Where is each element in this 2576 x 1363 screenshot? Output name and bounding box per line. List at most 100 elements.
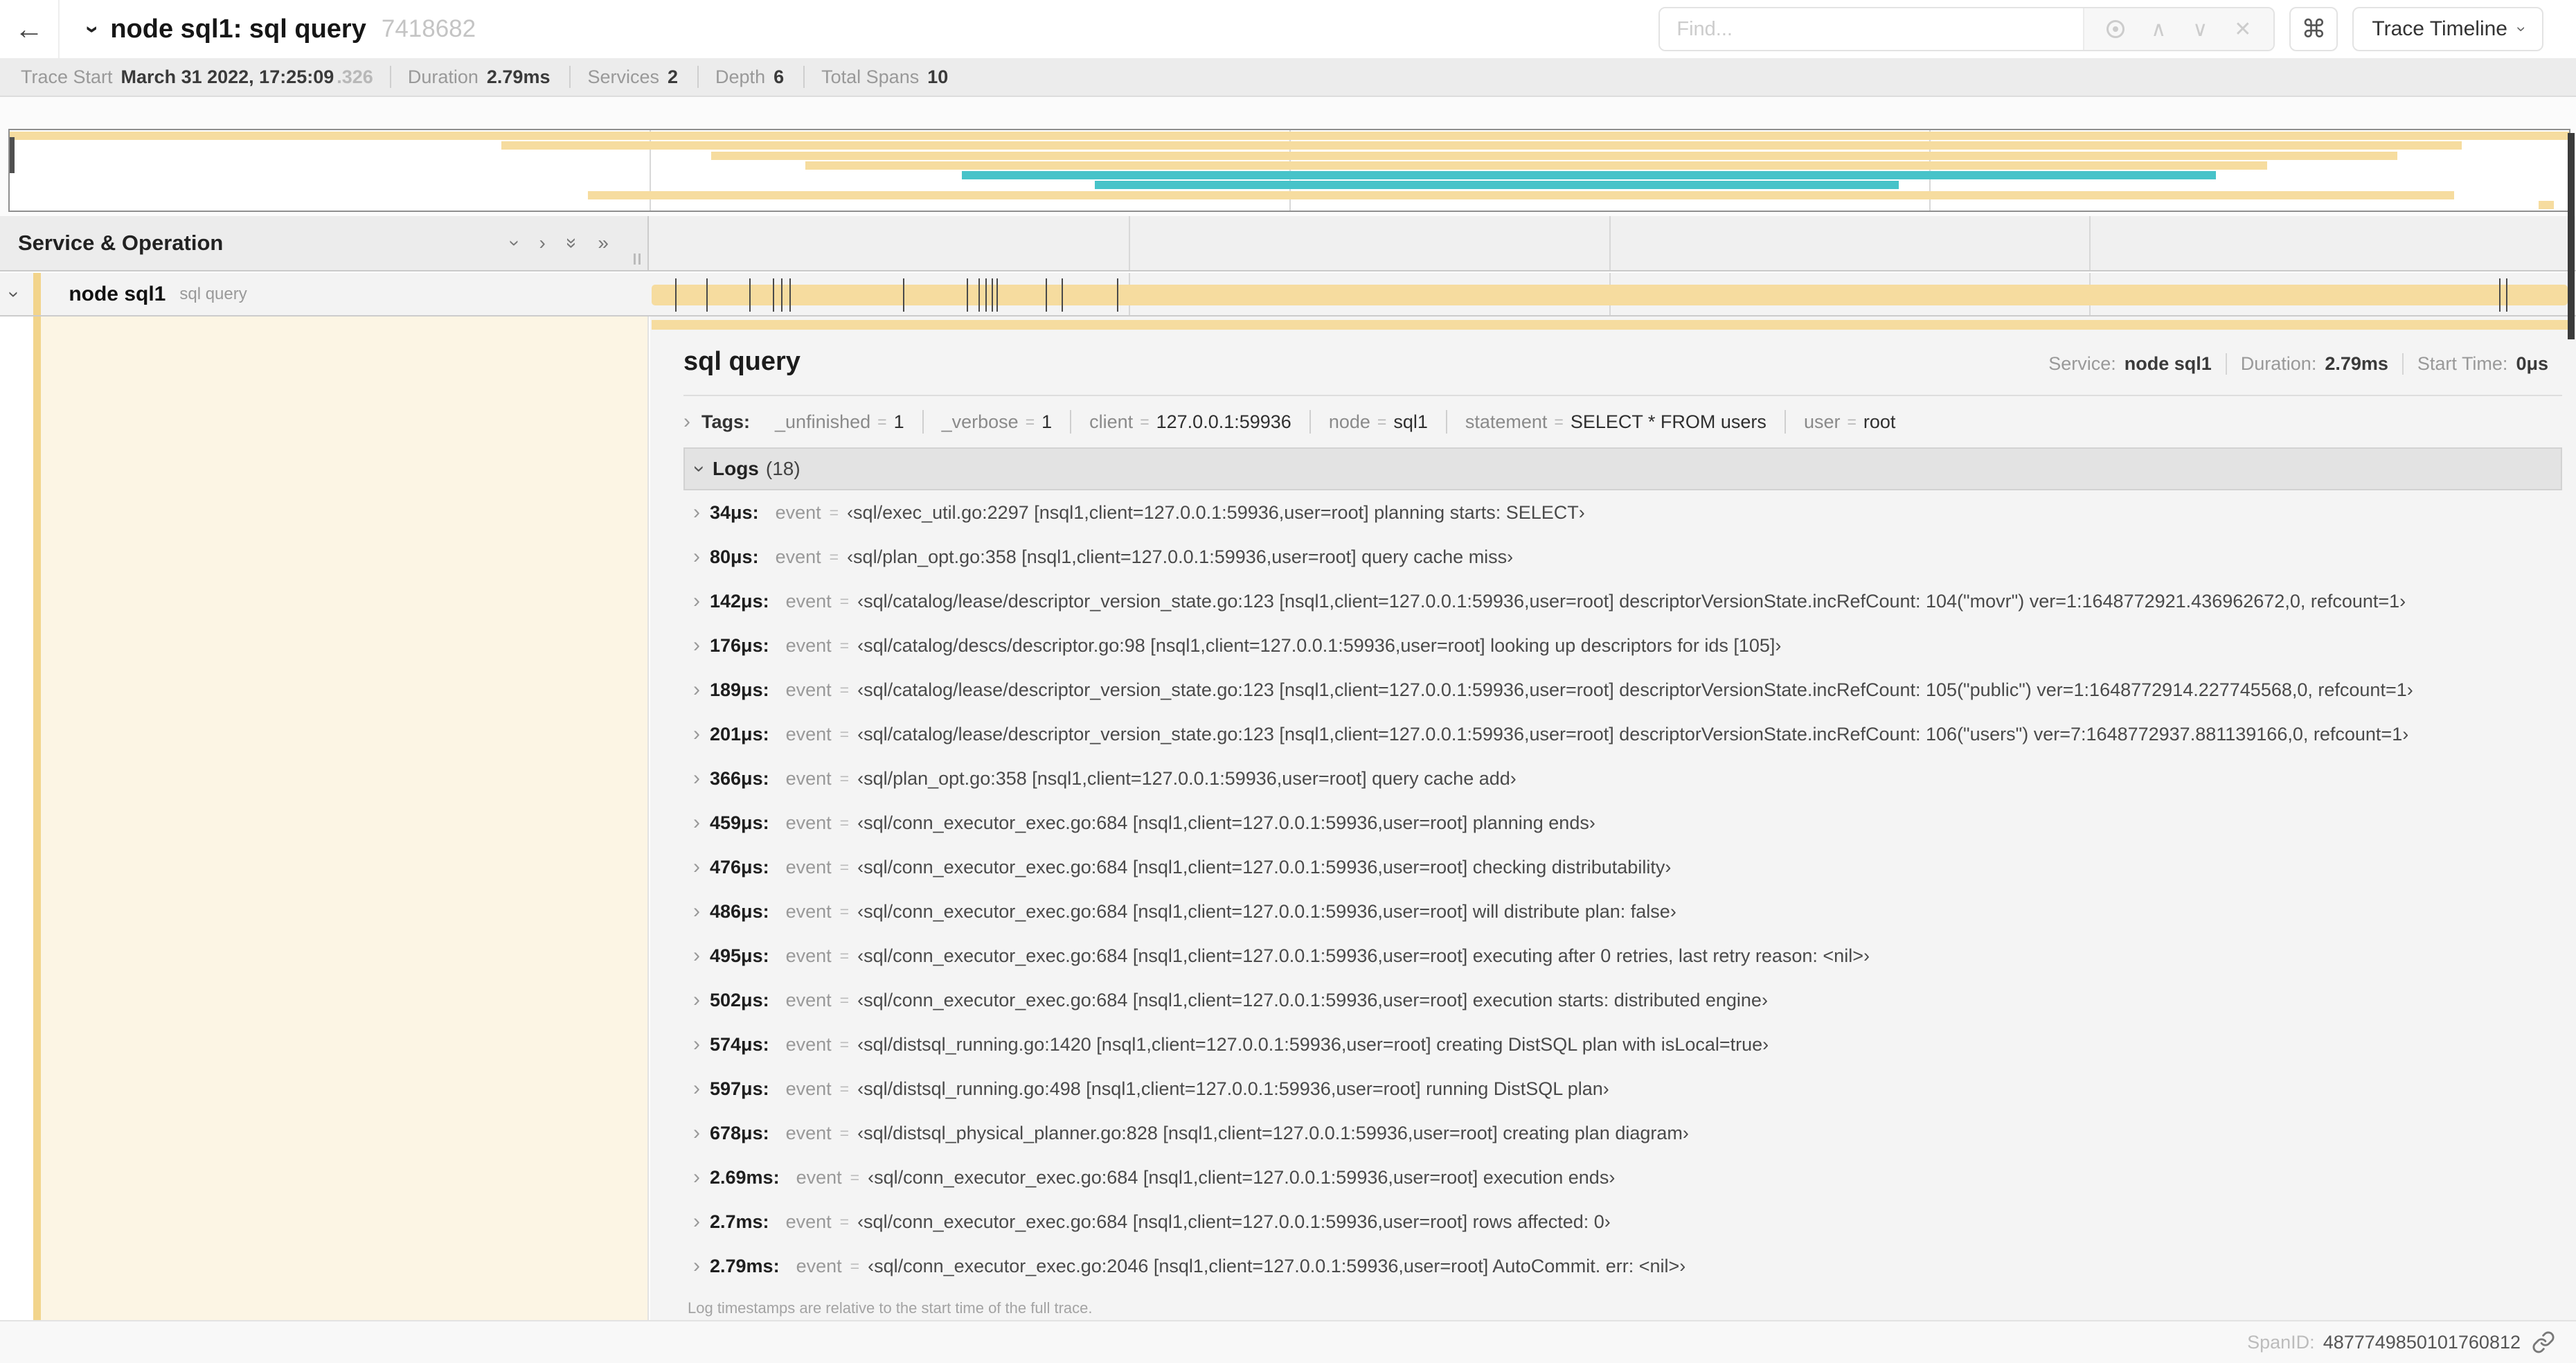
equals-sign: = — [839, 680, 850, 699]
log-row[interactable]: › 476μs: event = ‹sql/conn_executor_exec… — [683, 845, 2562, 889]
expand-one-icon[interactable]: › — [539, 232, 546, 254]
logs-section: › Logs (18) › 34μs: event = ‹sql/exec_ut… — [683, 447, 2562, 1317]
log-expand-chevron-icon[interactable]: › — [693, 1211, 700, 1232]
trace-collapse-chevron-icon[interactable]: › — [79, 25, 106, 33]
timeline-axis — [649, 216, 2569, 270]
log-event: event = ‹sql/conn_executor_exec.go:684 [… — [786, 945, 1870, 967]
minimap-span-row — [10, 141, 2569, 150]
logs-header[interactable]: › Logs (18) — [683, 447, 2562, 490]
log-expand-chevron-icon[interactable]: › — [693, 1167, 700, 1188]
log-expand-chevron-icon[interactable]: › — [693, 945, 700, 966]
log-event-key: event — [775, 501, 821, 523]
viewport-drag-handle[interactable] — [10, 137, 15, 173]
tags-expand-chevron-icon[interactable]: › — [683, 411, 690, 432]
log-expand-chevron-icon[interactable]: › — [693, 502, 700, 523]
log-expand-chevron-icon[interactable]: › — [693, 768, 700, 789]
log-expand-chevron-icon[interactable]: › — [693, 1034, 700, 1055]
minimap-span-bar — [710, 151, 2398, 160]
deep-link-icon[interactable] — [2532, 1330, 2555, 1354]
log-event: event = ‹sql/conn_executor_exec.go:684 [… — [796, 1167, 1616, 1188]
log-row[interactable]: › 34μs: event = ‹sql/exec_util.go:2297 [… — [683, 490, 2562, 535]
log-row[interactable]: › 574μs: event = ‹sql/distsql_running.go… — [683, 1022, 2562, 1067]
collapse-one-icon[interactable]: › — [504, 240, 526, 246]
log-tick — [2505, 278, 2507, 312]
minimap-span-row — [10, 161, 2569, 170]
next-match-icon[interactable]: ∨ — [2192, 17, 2208, 42]
clear-find-icon[interactable]: ✕ — [2234, 17, 2251, 42]
meta-label: Services — [587, 66, 659, 87]
detail-service: Service: node sql1 — [2048, 353, 2212, 374]
locate-icon[interactable] — [2107, 20, 2125, 38]
selected-span-bar[interactable] — [652, 320, 2570, 330]
log-row[interactable]: › 142μs: event = ‹sql/catalog/lease/desc… — [683, 579, 2562, 623]
log-event: event = ‹sql/conn_executor_exec.go:684 [… — [786, 990, 1768, 1011]
log-timestamp: 176μs: — [710, 634, 769, 656]
log-row[interactable]: › 495μs: event = ‹sql/conn_executor_exec… — [683, 934, 2562, 978]
collapse-all-icon[interactable]: » — [561, 238, 583, 249]
log-row[interactable]: › 459μs: event = ‹sql/conn_executor_exec… — [683, 801, 2562, 845]
log-expand-chevron-icon[interactable]: › — [693, 635, 700, 656]
log-timestamp: 2.69ms: — [710, 1166, 780, 1188]
log-timestamp: 459μs: — [710, 812, 769, 833]
log-row[interactable]: › 201μs: event = ‹sql/catalog/lease/desc… — [683, 712, 2562, 756]
expand-all-icon[interactable]: » — [598, 232, 609, 254]
log-timestamp: 2.7ms: — [710, 1211, 769, 1232]
minimap-axis — [8, 104, 2569, 127]
meta-item: Services 2 — [569, 66, 697, 88]
log-expand-chevron-icon[interactable]: › — [693, 1123, 700, 1143]
span-row-label-area[interactable]: › node sql1 sql query — [0, 273, 649, 315]
tag-key: client — [1089, 411, 1134, 432]
log-expand-chevron-icon[interactable]: › — [693, 724, 700, 745]
keyboard-shortcuts-button[interactable]: ⌘ — [2289, 7, 2338, 51]
log-expand-chevron-icon[interactable]: › — [693, 812, 700, 833]
log-row[interactable]: › 176μs: event = ‹sql/catalog/descs/desc… — [683, 623, 2562, 668]
minimap-span-bar — [588, 190, 2454, 199]
log-row[interactable]: › 2.79ms: event = ‹sql/conn_executor_exe… — [683, 1244, 2562, 1288]
meta-label: Trace Start — [21, 66, 113, 87]
log-expand-chevron-icon[interactable]: › — [693, 1256, 700, 1276]
log-expand-chevron-icon[interactable]: › — [693, 901, 700, 922]
vertical-scrollbar[interactable] — [2568, 133, 2575, 339]
log-expand-chevron-icon[interactable]: › — [693, 857, 700, 878]
log-expand-chevron-icon[interactable]: › — [693, 990, 700, 1010]
log-timestamp: 189μs: — [710, 679, 769, 700]
log-row[interactable]: › 366μs: event = ‹sql/plan_opt.go:358 [n… — [683, 756, 2562, 801]
tag-item: statement = SELECT * FROM users — [1445, 410, 1785, 434]
span-collapse-chevron-icon[interactable]: › — [3, 291, 26, 297]
log-tick — [985, 278, 987, 312]
span-timeline-area[interactable] — [649, 273, 2569, 315]
log-row[interactable]: › 2.7ms: event = ‹sql/conn_executor_exec… — [683, 1200, 2562, 1244]
log-expand-chevron-icon[interactable]: › — [693, 546, 700, 567]
equals-sign: = — [877, 412, 887, 431]
equals-sign: = — [1554, 412, 1564, 431]
log-event-key: event — [785, 1078, 832, 1099]
log-expand-chevron-icon[interactable]: › — [693, 679, 700, 700]
view-selector-button[interactable]: Trace Timeline › — [2352, 7, 2543, 51]
log-row[interactable]: › 597μs: event = ‹sql/distsql_running.go… — [683, 1067, 2562, 1111]
meta-label: Total Spans — [821, 66, 920, 87]
meta-label: Depth — [715, 66, 766, 87]
equals-sign: = — [839, 902, 850, 920]
prev-match-icon[interactable]: ∧ — [2151, 17, 2166, 42]
log-tick — [772, 278, 774, 312]
log-row[interactable]: › 80μs: event = ‹sql/plan_opt.go:358 [ns… — [683, 535, 2562, 579]
meta-label: Duration — [407, 66, 478, 87]
minimap-span-bar — [1095, 181, 1899, 190]
find-input[interactable] — [1660, 8, 2084, 50]
log-tick — [967, 278, 969, 312]
log-expand-chevron-icon[interactable]: › — [693, 1078, 700, 1099]
log-row[interactable]: › 486μs: event = ‹sql/conn_executor_exec… — [683, 889, 2562, 934]
minimap-canvas[interactable] — [8, 129, 2570, 212]
equals-sign: = — [839, 1079, 850, 1098]
log-row[interactable]: › 678μs: event = ‹sql/distsql_physical_p… — [683, 1111, 2562, 1155]
log-expand-chevron-icon[interactable]: › — [693, 591, 700, 612]
back-button[interactable]: ← — [0, 0, 60, 58]
log-event-value: ‹sql/distsql_running.go:1420 [nsql1,clie… — [857, 1033, 1769, 1055]
log-row[interactable]: › 189μs: event = ‹sql/catalog/lease/desc… — [683, 668, 2562, 712]
column-resizer[interactable] — [634, 253, 641, 265]
log-row[interactable]: › 2.69ms: event = ‹sql/conn_executor_exe… — [683, 1155, 2562, 1200]
chevron-down-icon: › — [2512, 26, 2531, 32]
log-tick — [781, 278, 783, 312]
tags-row[interactable]: › Tags: _unfinished = 1 _verbose = 1 cli… — [683, 410, 2562, 434]
log-row[interactable]: › 502μs: event = ‹sql/conn_executor_exec… — [683, 978, 2562, 1022]
